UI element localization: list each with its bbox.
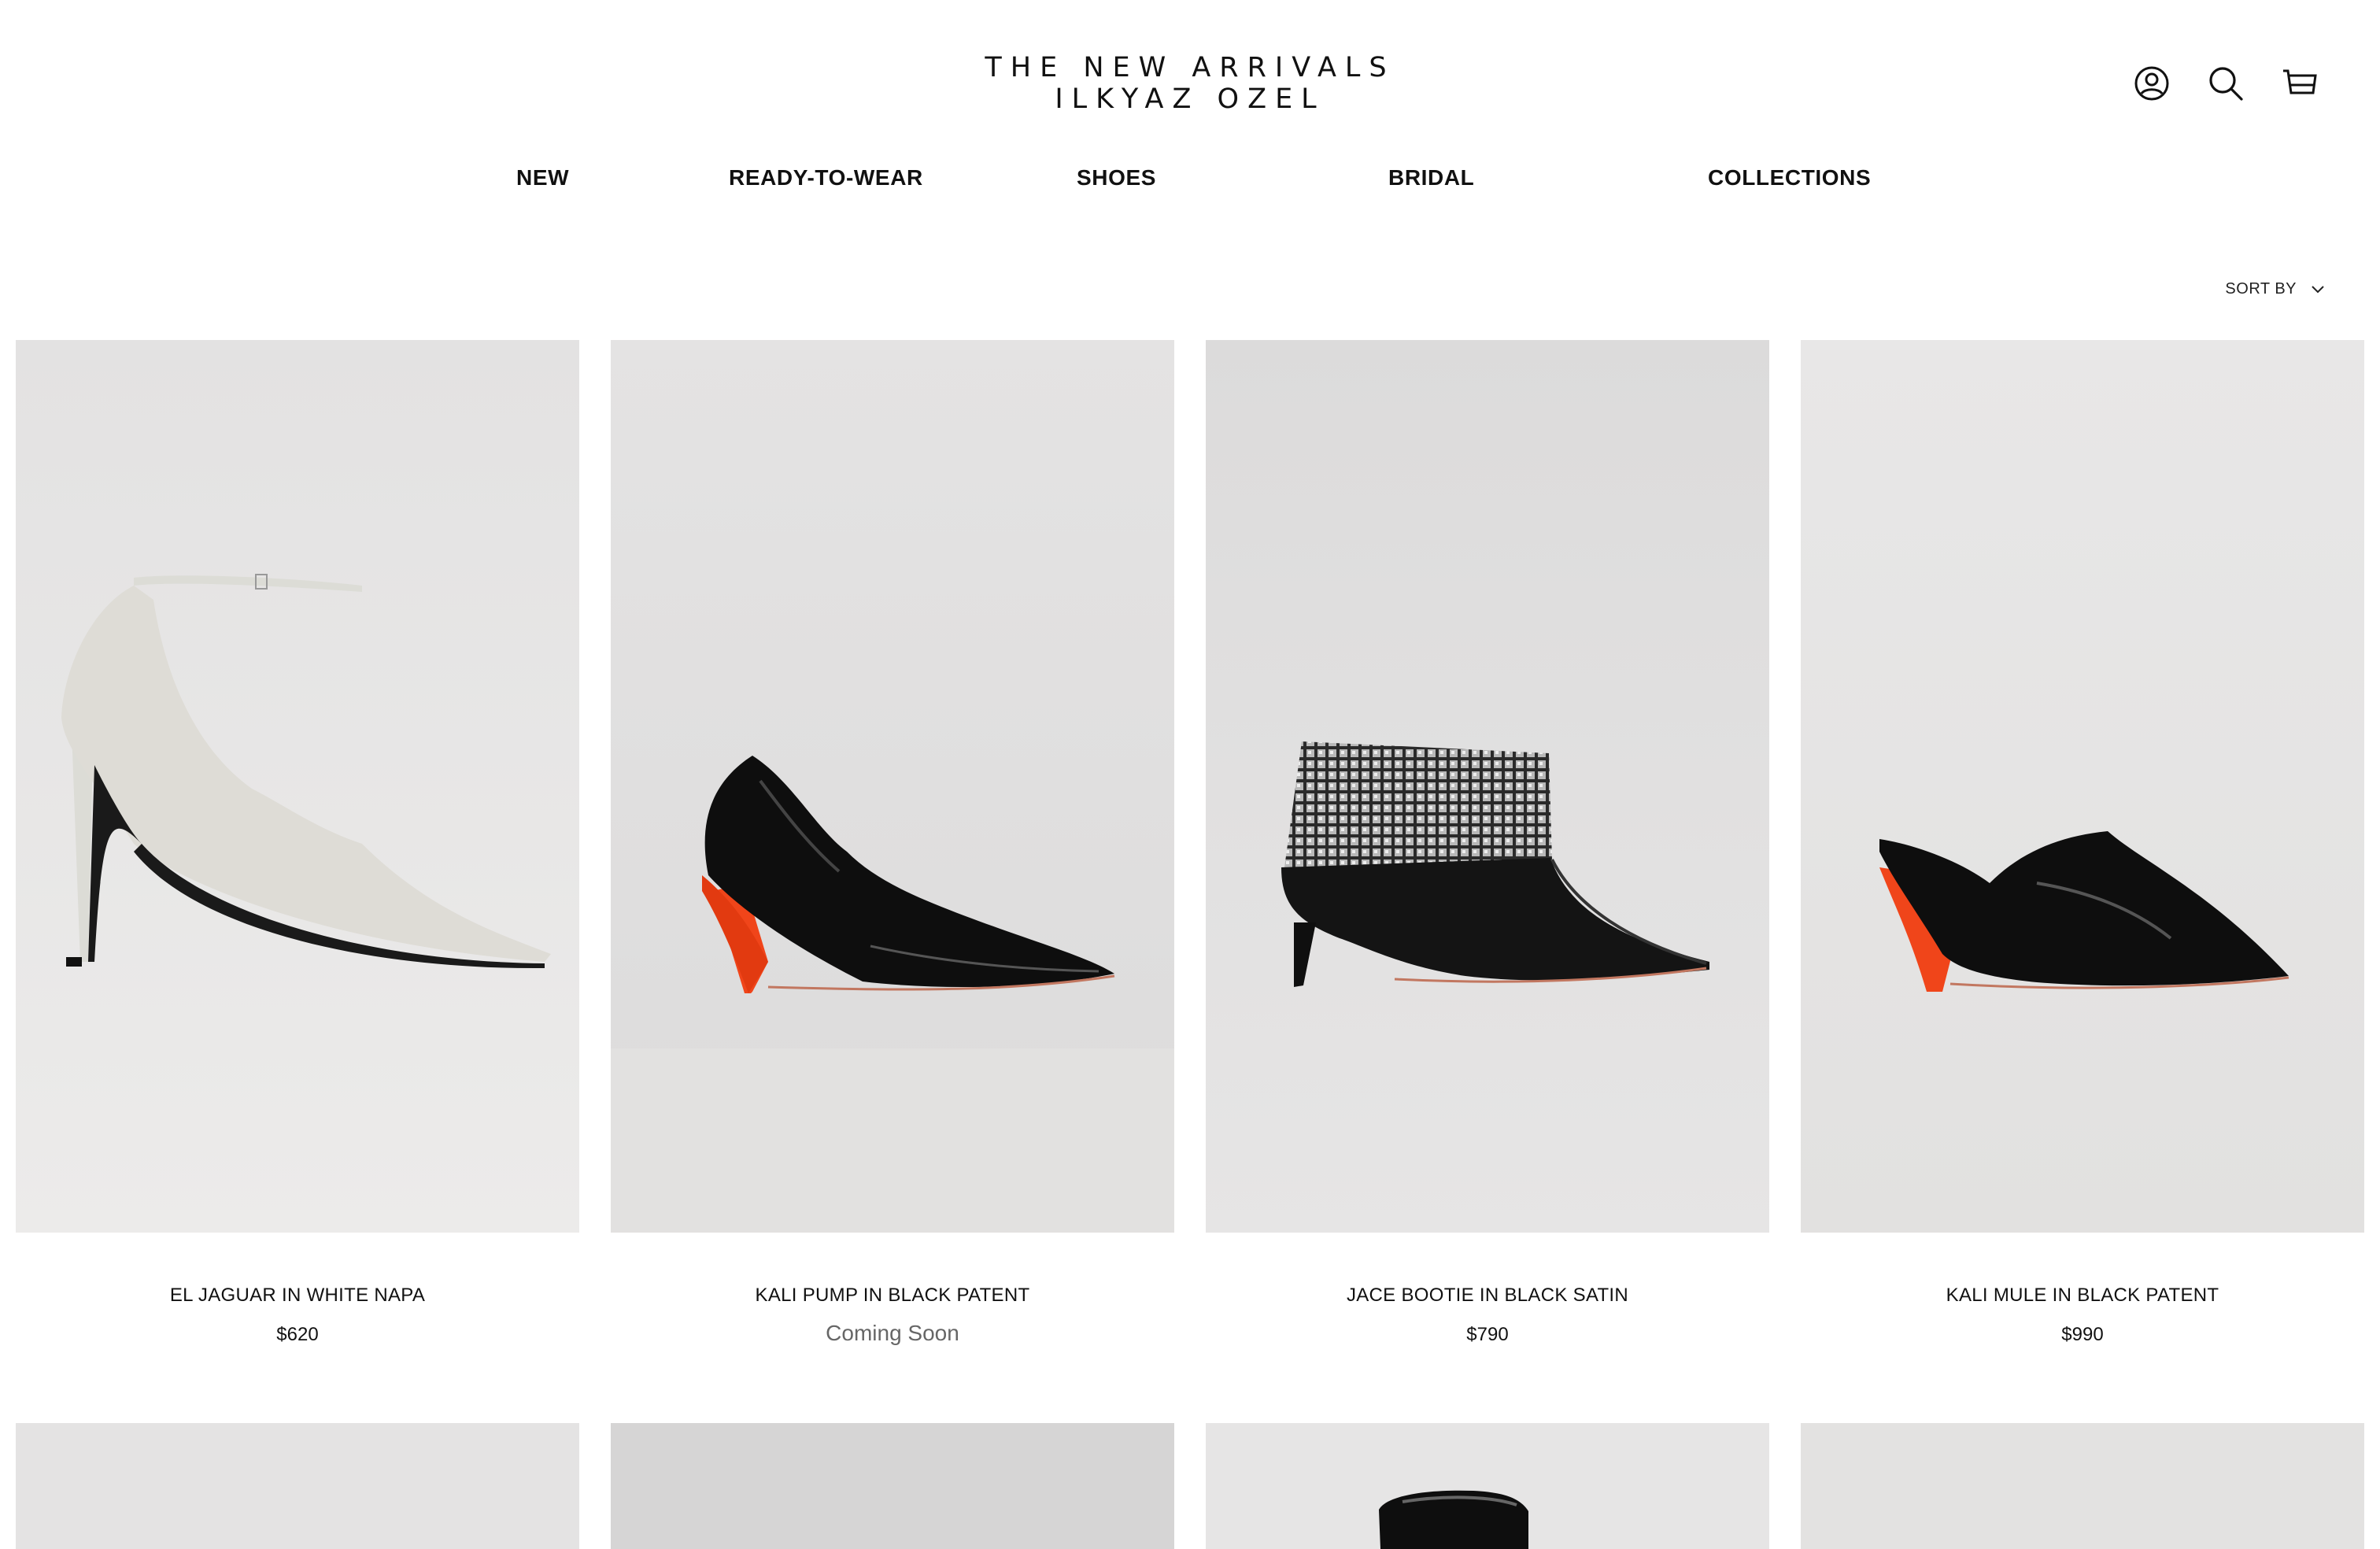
- chevron-down-icon: [2312, 285, 2324, 293]
- product-price: $790: [1466, 1324, 1509, 1345]
- nav-item-shoes[interactable]: SHOES: [1077, 165, 1156, 190]
- product-image[interactable]: [1206, 340, 1769, 1233]
- product-image[interactable]: [1801, 340, 2364, 1233]
- product-card[interactable]: JACE BOOTIE IN BLACK SATIN $790: [1206, 340, 1769, 1345]
- nav-item-collections[interactable]: COLLECTIONS: [1708, 165, 1871, 190]
- product-price: $620: [276, 1324, 319, 1345]
- product-card[interactable]: KALI MULE IN BLACK PATENT $990: [1801, 340, 2364, 1345]
- product-image[interactable]: [611, 340, 1174, 1233]
- cart-icon[interactable]: [2281, 65, 2319, 102]
- site-header: THE NEW ARRIVALS ILKYAZ OZEL NEW READY-T…: [0, 0, 2380, 228]
- product-image-partial[interactable]: [1801, 1423, 2364, 1549]
- product-image-partial[interactable]: [1206, 1423, 1769, 1549]
- site-logo[interactable]: THE NEW ARRIVALS ILKYAZ OZEL: [944, 52, 1436, 115]
- product-card[interactable]: KALI PUMP IN BLACK PATENT Coming Soon: [611, 340, 1174, 1345]
- sort-by-label: SORT BY: [2225, 280, 2297, 298]
- account-icon[interactable]: [2133, 65, 2171, 102]
- nav-item-new[interactable]: NEW: [516, 165, 569, 190]
- product-price: $990: [2061, 1324, 2104, 1345]
- sort-by-dropdown[interactable]: SORT BY: [2225, 280, 2326, 298]
- nav-item-bridal[interactable]: BRIDAL: [1388, 165, 1474, 190]
- product-card[interactable]: EL JAGUAR IN WHITE NAPA $620: [16, 340, 579, 1345]
- product-title[interactable]: KALI MULE IN BLACK PATENT: [1801, 1285, 2364, 1307]
- logo-line-1: THE NEW ARRIVALS: [985, 52, 1395, 83]
- product-image[interactable]: [16, 340, 579, 1233]
- product-image-partial[interactable]: [611, 1423, 1174, 1549]
- header-icons: [2133, 65, 2319, 102]
- product-title[interactable]: JACE BOOTIE IN BLACK SATIN: [1206, 1285, 1769, 1307]
- product-title[interactable]: EL JAGUAR IN WHITE NAPA: [16, 1285, 579, 1307]
- main-nav: NEW READY-TO-WEAR SHOES BRIDAL COLLECTIO…: [0, 165, 2380, 197]
- search-icon[interactable]: [2207, 65, 2245, 102]
- product-image-partial[interactable]: [16, 1423, 579, 1549]
- logo-line-2: ILKYAZ OZEL: [1055, 83, 1325, 115]
- product-title[interactable]: KALI PUMP IN BLACK PATENT: [611, 1285, 1174, 1307]
- nav-item-ready-to-wear[interactable]: READY-TO-WEAR: [729, 165, 923, 190]
- product-availability: Coming Soon: [826, 1321, 959, 1345]
